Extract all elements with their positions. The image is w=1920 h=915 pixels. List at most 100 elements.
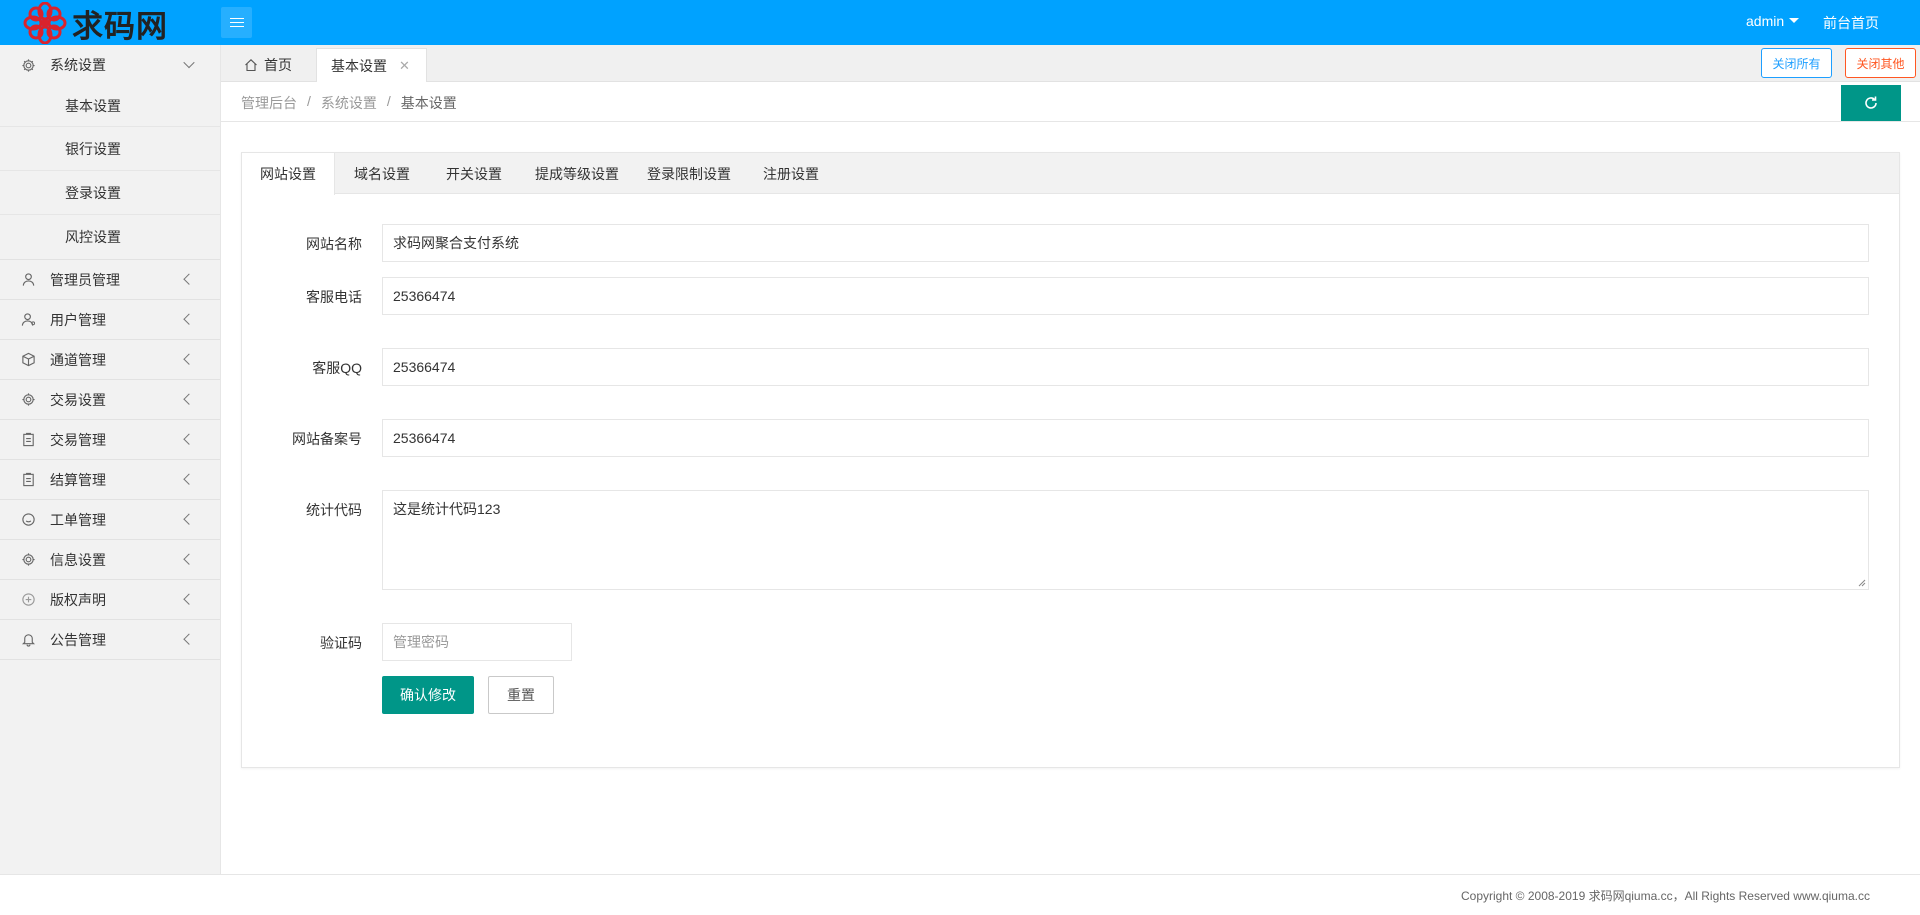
close-icon[interactable]: ✕	[399, 58, 410, 74]
chevron-down-icon	[183, 56, 195, 69]
tab-login-limit-settings[interactable]: 登录限制设置	[647, 153, 731, 194]
sidebar-item-copyright[interactable]: 版权声明	[0, 580, 220, 620]
refresh-icon	[1865, 96, 1877, 109]
sidebar-item-trade-management[interactable]: 交易管理	[0, 420, 220, 460]
breadcrumb-separator: /	[307, 93, 311, 109]
sidebar-item-settlement-management[interactable]: 结算管理	[0, 460, 220, 500]
sidebar-item-label: 信息设置	[50, 551, 106, 568]
close-all-button[interactable]: 关闭所有	[1761, 48, 1832, 78]
tab-home[interactable]: 首页	[244, 48, 292, 82]
captcha-label: 验证码	[320, 635, 362, 651]
sidebar-item-info-settings[interactable]: 信息设置	[0, 540, 220, 580]
reset-button[interactable]: 重置	[488, 676, 554, 714]
tab-home-label: 首页	[264, 57, 292, 73]
service-phone-field[interactable]: 25366474	[382, 277, 1869, 315]
sidebar-item-label: 交易管理	[50, 431, 106, 448]
icp-field[interactable]: 25366474	[382, 419, 1869, 457]
service-qq-label: 客服QQ	[312, 360, 362, 376]
submenu-item-basic-settings[interactable]: 基本设置	[0, 85, 220, 127]
chevron-left-icon	[183, 313, 195, 325]
tab-website-settings[interactable]: 网站设置	[242, 153, 335, 195]
breadcrumb: 管理后台 / 系统设置 / 基本设置	[241, 93, 457, 113]
caret-down-icon	[1789, 17, 1800, 23]
clipboard-icon	[20, 472, 36, 488]
chevron-left-icon	[183, 473, 195, 485]
breadcrumb-item[interactable]: 系统设置	[321, 93, 377, 113]
chevron-left-icon	[183, 633, 195, 645]
gear-icon	[20, 57, 36, 73]
clipboard-icon	[20, 432, 36, 448]
settings-card: 网站设置 域名设置 开关设置 提成等级设置 登录限制设置 注册设置 网站名称 求…	[241, 152, 1900, 768]
plus-circle-icon	[20, 592, 36, 608]
sidebar-item-user-management[interactable]: 用户管理	[0, 300, 220, 340]
chevron-left-icon	[183, 273, 195, 285]
sidebar-item-label: 管理员管理	[50, 271, 120, 288]
sidebar-item-label: 版权声明	[50, 591, 106, 608]
stats-code-textarea[interactable]: 这是统计代码123	[382, 490, 1869, 590]
sidebar-item-trade-settings[interactable]: 交易设置	[0, 380, 220, 420]
logo-flower-icon	[20, 1, 70, 45]
tab-switch-settings[interactable]: 开关设置	[446, 153, 502, 194]
logo[interactable]: 求码网	[20, 1, 168, 45]
breadcrumb-item[interactable]: 管理后台	[241, 93, 297, 113]
logo-text: 求码网	[72, 8, 168, 45]
service-qq-field[interactable]: 25366474	[382, 348, 1869, 386]
sidebar-item-label: 通道管理	[50, 351, 106, 368]
bell-icon	[20, 632, 36, 648]
submenu-item-bank-settings[interactable]: 银行设置	[0, 127, 220, 171]
chevron-left-icon	[183, 593, 195, 605]
gear-icon	[20, 552, 36, 568]
site-name-label: 网站名称	[306, 236, 362, 252]
refresh-button[interactable]	[1841, 85, 1901, 121]
tab-register-settings[interactable]: 注册设置	[763, 153, 819, 194]
menu-toggle-button[interactable]	[221, 7, 252, 38]
close-other-button[interactable]: 关闭其他	[1845, 48, 1916, 78]
submenu-item-risk-settings[interactable]: 风控设置	[0, 215, 220, 259]
tab-commission-level-settings[interactable]: 提成等级设置	[535, 153, 619, 194]
sidebar-item-label: 系统设置	[50, 57, 106, 73]
tab-basic-settings-label: 基本设置	[331, 57, 387, 74]
chevron-left-icon	[183, 513, 195, 525]
copyright-text: Copyright © 2008-2019 求码网qiuma.cc，All Ri…	[1460, 889, 1870, 903]
sidebar-item-label: 工单管理	[50, 511, 106, 528]
tab-basic-settings[interactable]: 基本设置 ✕	[316, 48, 427, 82]
sidebar-item-admin-management[interactable]: 管理员管理	[0, 260, 220, 300]
stats-code-value: 这是统计代码123	[393, 501, 501, 517]
settings-tabs: 网站设置 域名设置 开关设置 提成等级设置 登录限制设置 注册设置	[242, 153, 1899, 195]
chevron-left-icon	[183, 393, 195, 405]
chevron-left-icon	[183, 353, 195, 365]
sidebar-item-ticket-management[interactable]: 工单管理	[0, 500, 220, 540]
site-name-field[interactable]: 求码网聚合支付系统	[382, 224, 1869, 262]
gear-icon	[20, 392, 36, 408]
confirm-button[interactable]: 确认修改	[382, 676, 474, 714]
tab-domain-settings[interactable]: 域名设置	[354, 153, 410, 194]
user-icon	[20, 272, 36, 288]
sidebar-item-label: 交易设置	[50, 391, 106, 408]
captcha-field	[382, 623, 574, 661]
top-header: 求码网 admin 前台首页	[0, 0, 1920, 45]
captcha-input[interactable]	[383, 624, 574, 660]
sidebar-item-label: 结算管理	[50, 471, 106, 488]
breadcrumb-current: 基本设置	[400, 95, 457, 111]
front-home-link[interactable]: 前台首页	[1823, 13, 1879, 33]
cube-icon	[20, 352, 36, 368]
sidebar: 系统设置 基本设置 银行设置 登录设置 风控设置 管理员管理 用户管理 通道管理…	[0, 45, 221, 874]
sidebar-item-label: 公告管理	[50, 631, 106, 648]
user-menu[interactable]: admin	[1746, 13, 1800, 29]
chevron-left-icon	[183, 553, 195, 565]
user-name: admin	[1746, 13, 1785, 29]
resize-grip-icon[interactable]	[1858, 579, 1866, 587]
icp-label: 网站备案号	[292, 431, 362, 447]
home-icon	[245, 59, 257, 72]
service-phone-label: 客服电话	[306, 289, 362, 305]
system-settings-submenu: 基本设置 银行设置 登录设置 风控设置	[0, 85, 220, 260]
sidebar-item-announcement-management[interactable]: 公告管理	[0, 620, 220, 660]
sidebar-item-system-settings[interactable]: 系统设置	[0, 45, 220, 85]
breadcrumb-bar: 管理后台 / 系统设置 / 基本设置	[221, 82, 1920, 122]
hamburger-icon	[229, 17, 244, 28]
submenu-item-login-settings[interactable]: 登录设置	[0, 171, 220, 215]
smile-icon	[20, 512, 36, 528]
users-icon	[20, 312, 36, 328]
page-tabs-bar: 首页 基本设置 ✕ 关闭所有 关闭其他	[221, 45, 1920, 82]
sidebar-item-channel-management[interactable]: 通道管理	[0, 340, 220, 380]
